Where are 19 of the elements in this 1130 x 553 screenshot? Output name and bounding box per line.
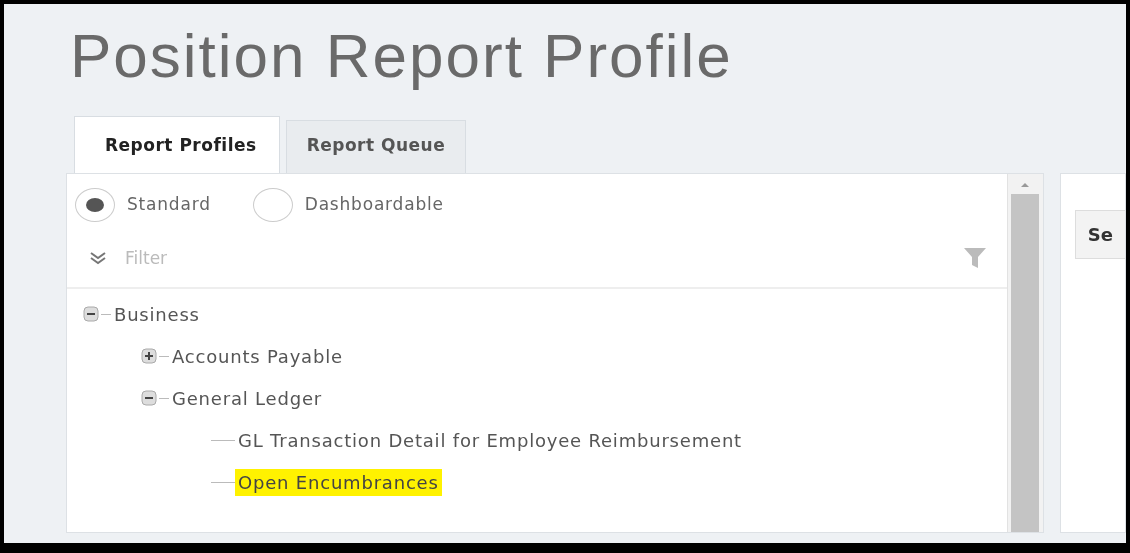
double-chevron-down-icon[interactable] — [89, 251, 107, 266]
panel-button[interactable]: Se — [1074, 209, 1125, 259]
expand-icon[interactable] — [141, 348, 157, 365]
tree-item[interactable]: Accounts Payable — [169, 342, 346, 370]
radio-label: Standard — [127, 192, 211, 216]
tree-item[interactable]: General Ledger — [169, 384, 325, 412]
radio-label: Dashboardable — [304, 192, 444, 216]
page-title: Position Report Profile — [70, 22, 734, 91]
radio-button[interactable] — [75, 187, 115, 222]
tab[interactable]: Report Profiles — [74, 116, 280, 173]
radio-button[interactable] — [252, 187, 293, 222]
tree-item[interactable]: GL Transaction Detail for Employee Reimbursement — [235, 426, 745, 454]
scrollbar-thumb[interactable] — [1011, 193, 1040, 532]
tree-item[interactable]: Open Encumbrances — [235, 468, 442, 496]
collapse-icon[interactable] — [141, 390, 157, 407]
tree-item[interactable]: Business — [111, 300, 203, 328]
scroll-up-icon[interactable] — [1020, 181, 1031, 188]
tab[interactable]: Report Queue — [285, 120, 467, 173]
collapse-icon[interactable] — [83, 306, 99, 323]
